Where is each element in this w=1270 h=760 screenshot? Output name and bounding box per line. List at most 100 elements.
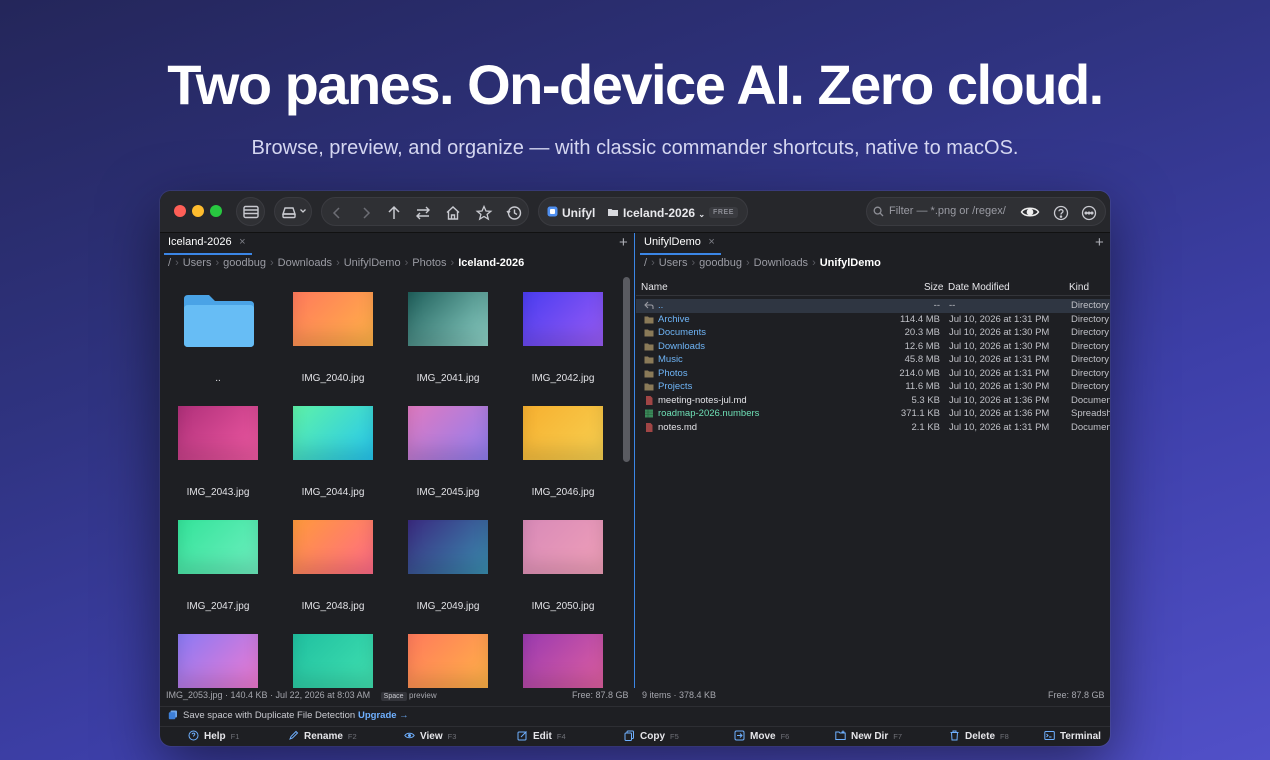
breadcrumb-root[interactable]: / [644, 257, 647, 269]
file-row[interactable]: notes.md 2.1 KB Jul 10, 2026 at 1:31 PM Doc… [636, 421, 1110, 435]
file-row[interactable]: meeting-notes-jul.md 5.3 KB Jul 10, 2026 a… [636, 394, 1110, 408]
close-icon[interactable]: × [708, 233, 714, 251]
sidebar-toggle-button[interactable] [236, 197, 265, 226]
image-thumbnail-item[interactable]: IMG_2050.jpg [513, 515, 613, 629]
filter-box [866, 197, 1106, 226]
parent-folder-item[interactable]: .. [168, 287, 268, 401]
breadcrumb-item[interactable]: goodbug [699, 257, 742, 269]
breadcrumb-item[interactable]: UnifylDemo [344, 257, 401, 269]
tab-left[interactable]: Iceland-2026 × [164, 233, 252, 255]
left-pane-scrollbar[interactable] [623, 277, 630, 462]
help-icon[interactable] [1052, 204, 1070, 222]
file-row[interactable]: .. -- -- Directory [636, 299, 1110, 313]
file-name: meeting-notes-jul.md [658, 394, 747, 406]
add-tab-icon[interactable]: + [1095, 234, 1104, 251]
column-size[interactable]: Size [924, 282, 943, 293]
back-icon[interactable] [328, 204, 346, 222]
upgrade-link[interactable]: Upgrade → [358, 710, 409, 721]
file-date: -- [949, 300, 956, 311]
image-thumbnail-item[interactable] [398, 629, 498, 688]
file-kind: Directory [1071, 313, 1110, 325]
column-date[interactable]: Date Modified [948, 282, 1010, 293]
history-icon[interactable] [505, 204, 523, 222]
tab-right[interactable]: UnifylDemo × [640, 233, 721, 255]
forward-icon[interactable] [357, 204, 375, 222]
file-row[interactable]: Photos 214.0 MB Jul 10, 2026 at 1:31 PM Dir… [636, 367, 1110, 381]
fkey-delete-button[interactable]: Delete F8 [949, 730, 1009, 742]
image-thumbnail-item[interactable]: IMG_2046.jpg [513, 401, 613, 515]
file-row[interactable]: Music 45.8 MB Jul 10, 2026 at 1:31 PM Direc… [636, 353, 1110, 367]
image-thumbnail [293, 406, 373, 460]
search-icon [873, 206, 884, 217]
file-size: -- [933, 300, 940, 311]
fkey-new-dir-button[interactable]: New Dir F7 [835, 730, 902, 742]
home-icon[interactable] [444, 204, 462, 222]
filter-input[interactable] [889, 205, 1017, 217]
drive-menu-button[interactable] [274, 197, 312, 226]
file-kind: Directory [1071, 367, 1110, 379]
key-hint-label: preview [409, 691, 437, 700]
column-name[interactable]: Name [641, 282, 668, 293]
fkey-shortcut: F2 [347, 732, 357, 741]
image-thumbnail-item[interactable]: IMG_2049.jpg [398, 515, 498, 629]
fkey-move-button[interactable]: Move F6 [734, 730, 789, 742]
file-kind: Documen [1071, 394, 1110, 406]
file-kind: Directory [1071, 354, 1110, 365]
fkey-help-button[interactable]: Help F1 [188, 730, 239, 742]
file-row[interactable]: Projects 11.6 MB Jul 10, 2026 at 1:30 PM Di… [636, 380, 1110, 394]
breadcrumb-item[interactable]: Users [183, 257, 212, 269]
breadcrumb-item[interactable]: Downloads [754, 257, 808, 269]
file-row[interactable]: Archive 114.4 MB Jul 10, 2026 at 1:31 PM Di… [636, 313, 1110, 327]
file-row[interactable]: Downloads 12.6 MB Jul 10, 2026 at 1:30 PM D… [636, 340, 1110, 354]
file-row[interactable]: roadmap-2026.numbers 371.1 KB Jul 10, 2026… [636, 407, 1110, 421]
file-row[interactable]: Documents 20.3 MB Jul 10, 2026 at 1:30 PM D… [636, 326, 1110, 340]
eye-icon [404, 732, 415, 739]
thumbnail-label: IMG_2046.jpg [531, 487, 595, 498]
fkey-shortcut: F1 [230, 732, 240, 741]
image-thumbnail-item[interactable]: IMG_2047.jpg [168, 515, 268, 629]
star-icon[interactable] [475, 204, 493, 222]
parent-folder-icon[interactable] [385, 204, 403, 222]
fkey-rename-button[interactable]: Rename F2 [288, 730, 357, 742]
swap-panes-icon[interactable] [414, 204, 432, 222]
image-thumbnail-item[interactable]: IMG_2043.jpg [168, 401, 268, 515]
fkey-terminal-button[interactable]: Terminal [1044, 730, 1101, 742]
breadcrumb-separator: › [812, 257, 816, 269]
more-icon[interactable] [1080, 204, 1098, 222]
image-thumbnail-item[interactable]: IMG_2040.jpg [283, 287, 383, 401]
image-thumbnail-item[interactable]: IMG_2042.jpg [513, 287, 613, 401]
breadcrumb-item[interactable]: Iceland-2026 [458, 257, 524, 269]
file-kind: Directory [1071, 300, 1110, 311]
image-thumbnail-item[interactable] [168, 629, 268, 688]
column-kind[interactable]: Kind [1069, 282, 1089, 293]
fkey-copy-button[interactable]: Copy F5 [624, 730, 679, 742]
location-menu[interactable]: Iceland-2026 ⌄ [623, 206, 705, 220]
fkey-view-button[interactable]: View F3 [404, 730, 456, 742]
image-thumbnail [408, 292, 488, 346]
breadcrumb-item[interactable]: goodbug [223, 257, 266, 269]
breadcrumb-item[interactable]: Photos [412, 257, 446, 269]
minimize-window-button[interactable] [192, 205, 204, 217]
breadcrumb-root[interactable]: / [168, 257, 171, 269]
image-thumbnail-item[interactable]: IMG_2045.jpg [398, 401, 498, 515]
image-thumbnail-item[interactable] [283, 629, 383, 688]
breadcrumb-item[interactable]: UnifylDemo [820, 257, 881, 269]
pane-divider[interactable] [634, 233, 635, 688]
breadcrumb-item[interactable]: Downloads [278, 257, 332, 269]
eye-icon[interactable] [1020, 203, 1040, 221]
app-name: Unifyl [562, 206, 596, 220]
file-date: Jul 10, 2026 at 1:30 PM [949, 340, 1050, 352]
breadcrumb-separator: › [745, 257, 750, 269]
fkey-edit-button[interactable]: Edit F4 [517, 730, 566, 742]
image-thumbnail-item[interactable] [513, 629, 613, 688]
close-window-button[interactable] [174, 205, 186, 217]
breadcrumb-item[interactable]: Users [659, 257, 688, 269]
image-thumbnail-item[interactable]: IMG_2044.jpg [283, 401, 383, 515]
add-tab-icon[interactable]: + [619, 234, 628, 251]
key-hint: Space [380, 692, 407, 701]
image-thumbnail-item[interactable]: IMG_2041.jpg [398, 287, 498, 401]
breadcrumb-separator: › [691, 257, 696, 269]
close-icon[interactable]: × [239, 233, 245, 251]
zoom-window-button[interactable] [210, 205, 222, 217]
image-thumbnail-item[interactable]: IMG_2048.jpg [283, 515, 383, 629]
